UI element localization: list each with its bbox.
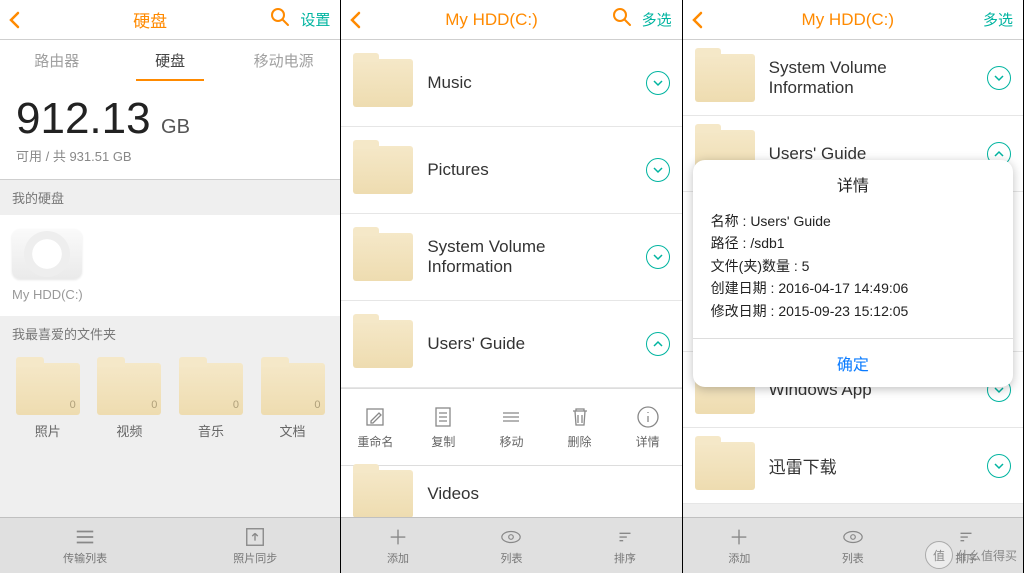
watermark-icon: 值: [925, 541, 953, 569]
folder-row[interactable]: Pictures: [341, 127, 681, 214]
bottom-bar: 添加 列表 排序: [341, 517, 681, 573]
search-icon[interactable]: [612, 7, 632, 32]
btn-transfer-list[interactable]: 传输列表: [0, 518, 170, 573]
header: My HDD(C:) 多选: [683, 0, 1023, 40]
drive-icon: [12, 229, 82, 279]
storage-tabs: 路由器 硬盘 移动电源: [0, 40, 340, 80]
btn-add[interactable]: 添加: [341, 518, 454, 573]
multiselect-link[interactable]: 多选: [642, 9, 672, 30]
pane-disk: 硬盘 设置 路由器 硬盘 移动电源 912.13 GB 可用 / 共 931.5…: [0, 0, 341, 573]
chevron-down-icon[interactable]: [646, 71, 670, 95]
chevron-down-icon[interactable]: [987, 66, 1011, 90]
folder-row[interactable]: Users' Guide: [341, 301, 681, 388]
detail-count: 文件(夹)数量 : 5: [711, 255, 995, 277]
drive-row[interactable]: My HDD(C:): [0, 215, 340, 316]
detail-created: 创建日期 : 2016-04-17 14:49:06: [711, 277, 995, 299]
capacity-unit: GB: [161, 116, 190, 138]
action-rename[interactable]: 重命名: [341, 389, 409, 465]
folder-icon: [695, 442, 755, 490]
favorites-grid: 0 照片 0 视频 0 音乐 0 文档: [0, 351, 340, 452]
fav-videos[interactable]: 0 视频: [94, 363, 166, 440]
row-action-bar: 重命名 复制 移动 删除 详情: [341, 388, 681, 466]
folder-icon: [353, 59, 413, 107]
detail-modified: 修改日期 : 2015-09-23 15:12:05: [711, 300, 995, 322]
folder-icon: [353, 470, 413, 518]
header: My HDD(C:) 多选: [341, 0, 681, 40]
back-icon[interactable]: [341, 11, 371, 29]
folder-row[interactable]: System Volume Information: [683, 40, 1023, 116]
back-icon[interactable]: [0, 11, 30, 29]
section-favorites: 我最喜爱的文件夹: [0, 316, 340, 351]
settings-link[interactable]: 设置: [300, 9, 330, 30]
detail-name: 名称 : Users' Guide: [711, 210, 995, 232]
capacity-card: 912.13 GB 可用 / 共 931.51 GB: [0, 80, 340, 180]
dialog-body: 名称 : Users' Guide 路径 : /sdb1 文件(夹)数量 : 5…: [693, 206, 1013, 338]
btn-photo-sync[interactable]: 照片同步: [170, 518, 340, 573]
action-delete[interactable]: 删除: [546, 389, 614, 465]
fav-music[interactable]: 0 音乐: [175, 363, 247, 440]
chevron-down-icon[interactable]: [987, 454, 1011, 478]
btn-list[interactable]: 列表: [796, 518, 909, 573]
action-move[interactable]: 移动: [477, 389, 545, 465]
folder-row[interactable]: System Volume Information: [341, 214, 681, 301]
dialog-ok-button[interactable]: 确定: [693, 338, 1013, 387]
folder-row[interactable]: Videos: [341, 466, 681, 522]
fav-docs[interactable]: 0 文档: [257, 363, 329, 440]
capacity-value: 912.13: [16, 94, 151, 143]
action-copy[interactable]: 复制: [409, 389, 477, 465]
pane-details-dialog: My HDD(C:) 多选 System Volume Information …: [683, 0, 1024, 573]
header: 硬盘 设置: [0, 0, 340, 40]
search-icon[interactable]: [270, 7, 290, 32]
bottom-bar: 传输列表 照片同步: [0, 517, 340, 573]
chevron-up-icon[interactable]: [646, 332, 670, 356]
multiselect-link[interactable]: 多选: [983, 9, 1013, 30]
back-icon[interactable]: [683, 11, 713, 29]
file-list: Music Pictures System Volume Information…: [341, 40, 681, 573]
page-title: My HDD(C:): [713, 10, 983, 30]
pane-file-list: My HDD(C:) 多选 Music Pictures System Volu…: [341, 0, 682, 573]
folder-row[interactable]: Music: [341, 40, 681, 127]
btn-sort[interactable]: 排序: [568, 518, 681, 573]
drive-label: My HDD(C:): [12, 287, 328, 302]
page-title: 硬盘: [30, 7, 270, 32]
details-dialog: 详情 名称 : Users' Guide 路径 : /sdb1 文件(夹)数量 …: [693, 160, 1013, 387]
btn-add[interactable]: 添加: [683, 518, 796, 573]
page-title: My HDD(C:): [371, 10, 611, 30]
folder-icon: [353, 233, 413, 281]
dialog-title: 详情: [693, 160, 1013, 206]
folder-row[interactable]: 迅雷下载: [683, 428, 1023, 504]
fav-photos[interactable]: 0 照片: [12, 363, 84, 440]
tab-disk[interactable]: 硬盘: [113, 40, 226, 81]
btn-list[interactable]: 列表: [455, 518, 568, 573]
action-details[interactable]: 详情: [614, 389, 682, 465]
watermark: 值 什么值得买: [925, 541, 1017, 569]
tab-powerbank[interactable]: 移动电源: [227, 40, 340, 81]
folder-icon: [353, 320, 413, 368]
tab-router[interactable]: 路由器: [0, 40, 113, 81]
section-my-drive: 我的硬盘: [0, 180, 340, 215]
folder-icon: [695, 54, 755, 102]
folder-icon: [353, 146, 413, 194]
capacity-subtitle: 可用 / 共 931.51 GB: [16, 146, 324, 165]
chevron-down-icon[interactable]: [646, 245, 670, 269]
chevron-down-icon[interactable]: [646, 158, 670, 182]
detail-path: 路径 : /sdb1: [711, 232, 995, 254]
